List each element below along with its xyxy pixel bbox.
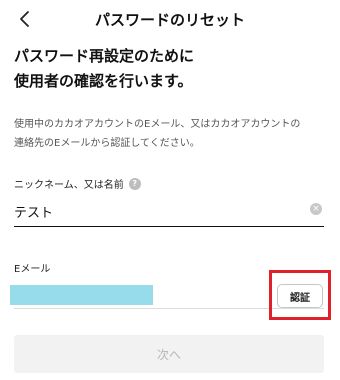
nickname-label: ニックネーム、又は名前 (14, 180, 124, 191)
description: 使用中のカカオアカウントのEメール、又はカカオアカウントの 連絡先のEメールから… (14, 115, 330, 153)
heading: パスワード再設定のために 使用者の確認を行います。 (14, 44, 324, 94)
page-title: パスワードのリセット (94, 11, 245, 29)
nickname-field[interactable]: テスト × (14, 196, 324, 227)
app-header: パスワードのリセット (0, 0, 340, 38)
clear-circle-icon[interactable]: × (310, 203, 322, 215)
nickname-label-row: ニックネーム、又は名前 ? (14, 176, 141, 191)
verify-button[interactable]: 認証 (277, 284, 323, 308)
description-line-2: 連絡先のEメールから認証してください。 (14, 138, 200, 149)
question-circle-icon[interactable]: ? (128, 177, 141, 190)
email-redaction (10, 285, 153, 305)
heading-line-1: パスワード再設定のために (14, 47, 195, 65)
next-button[interactable]: 次へ (14, 335, 324, 373)
nickname-value[interactable]: テスト (14, 202, 53, 221)
email-label: Eメール (14, 264, 51, 275)
heading-line-2: 使用者の確認を行います。 (14, 72, 193, 90)
description-line-1: 使用中のカカオアカウントのEメール、又はカカオアカウントの (14, 119, 301, 130)
